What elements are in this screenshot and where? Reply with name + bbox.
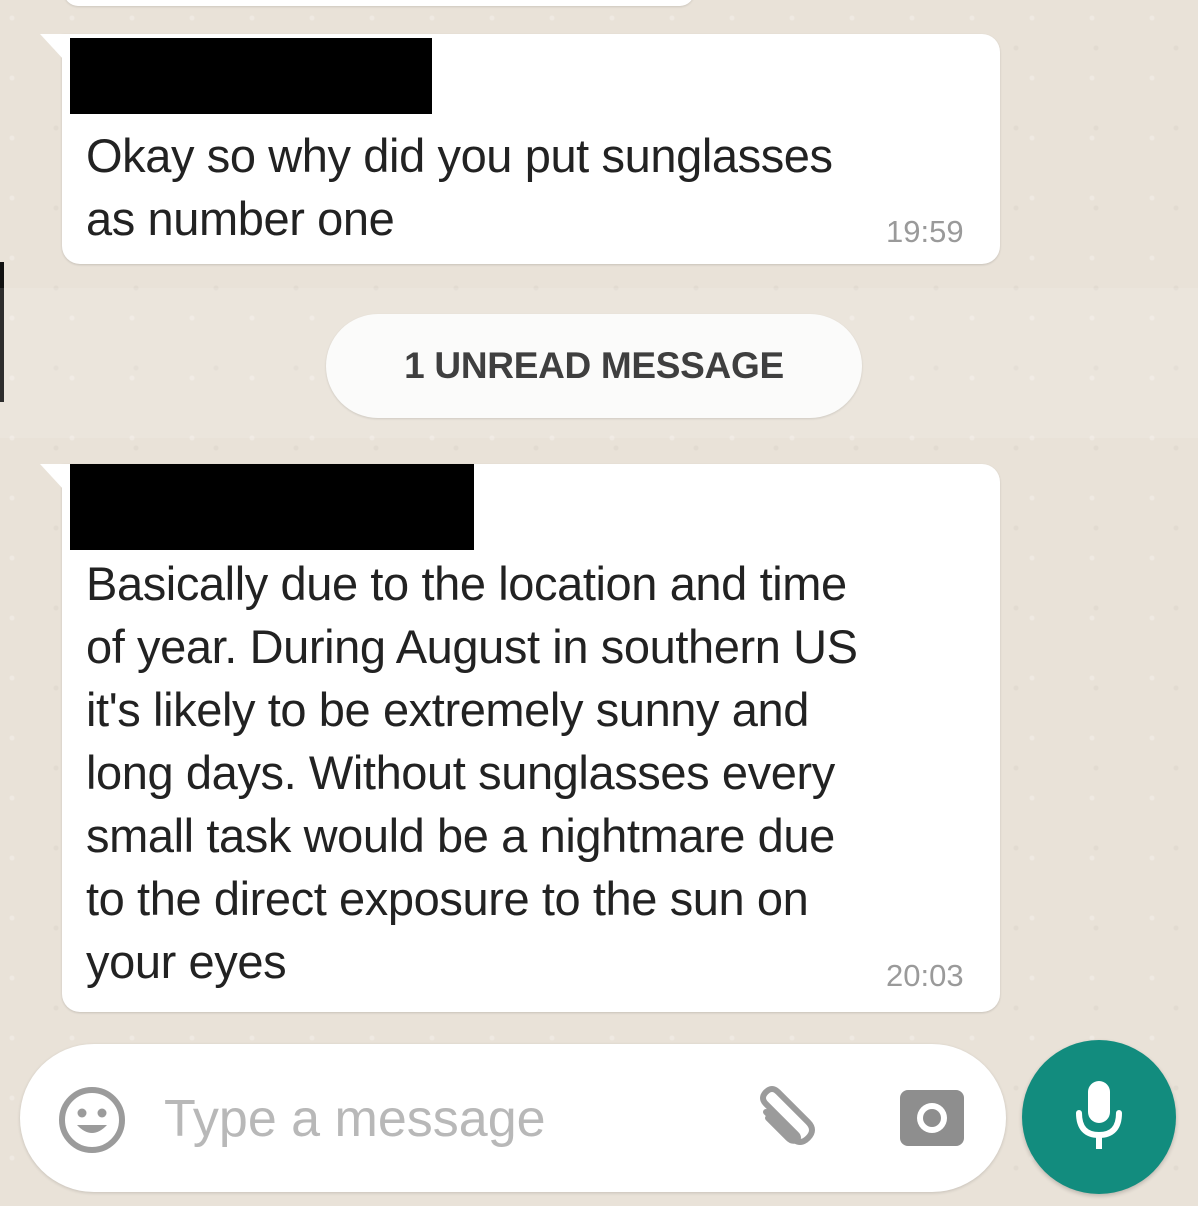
message-composer — [20, 1044, 1006, 1192]
emoji-icon[interactable] — [56, 1084, 128, 1156]
camera-icon[interactable] — [896, 1084, 968, 1150]
message-text: Basically due to the location and time o… — [86, 557, 858, 988]
redacted-sender-name — [70, 38, 432, 114]
redacted-sender-name — [70, 464, 474, 550]
previous-message-bubble — [64, 0, 694, 6]
bubble-tail — [40, 464, 64, 490]
message-timestamp: 19:59 — [886, 214, 964, 249]
message-text: Okay so why did you put sunglasses as nu… — [86, 129, 833, 245]
microphone-icon — [1069, 1077, 1129, 1157]
message-timestamp: 20:03 — [886, 958, 964, 993]
paperclip-icon[interactable] — [748, 1082, 824, 1158]
unread-messages-badge: 1 UNREAD MESSAGE — [326, 314, 862, 418]
message-input[interactable] — [162, 1080, 726, 1158]
voice-message-button[interactable] — [1022, 1040, 1176, 1194]
message-bubble[interactable]: Okay so why did you put sunglasses as nu… — [40, 34, 1000, 264]
message-bubble[interactable]: Basically due to the location and time o… — [40, 464, 1000, 1012]
bubble-tail — [40, 34, 64, 60]
